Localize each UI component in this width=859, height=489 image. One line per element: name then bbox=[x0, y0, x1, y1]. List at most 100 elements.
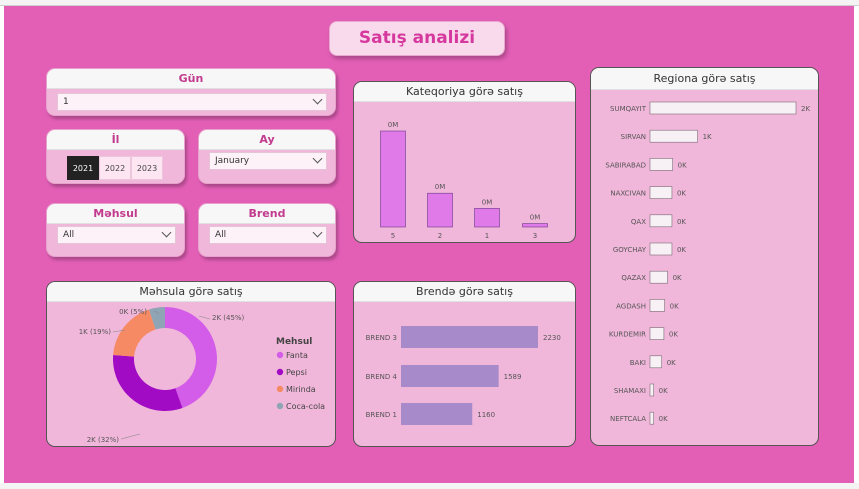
region-chart-title: Regiona görə satış bbox=[591, 68, 818, 90]
slicer-gun: Gün 1 bbox=[46, 68, 336, 116]
year-button-2023[interactable]: 2023 bbox=[131, 156, 163, 180]
region-category-label: NAXCIVAN bbox=[610, 190, 646, 198]
mehsul-data-label: 2K (45%) bbox=[212, 314, 245, 322]
region-category-label: AGDASH bbox=[616, 302, 646, 310]
region-bar bbox=[649, 242, 673, 256]
kateqoriya-chart-svg: 0M 5 0M 2 0M 1 0M 3 bbox=[380, 121, 548, 240]
mehsul-data-label: 0K (5%) bbox=[119, 308, 147, 316]
region-bar bbox=[649, 158, 673, 171]
mehsul-dropdown[interactable]: All bbox=[57, 226, 176, 244]
brend-category-label: BREND 1 bbox=[366, 411, 397, 419]
mehsul-leader-line bbox=[120, 433, 141, 440]
mehsul-chart-plot: 2K (45%) 2K (32%) 1K (19%) 0K (5%) Mehsul Fan… bbox=[47, 302, 335, 446]
slicer-brend: Brend All bbox=[198, 203, 336, 257]
region-bar bbox=[649, 270, 668, 284]
kateqoriya-category-label: 3 bbox=[533, 232, 537, 240]
region-data-label: 0K bbox=[678, 161, 687, 169]
region-chart-svg: SUMQAYIT 2K SIRVAN 1K SABIRABAD 0K NAXCIVAN 0K Q… bbox=[605, 101, 810, 425]
brend-dropdown-value: All bbox=[215, 230, 227, 240]
mehsul-legend-title: Mehsul bbox=[276, 337, 312, 347]
region-bar bbox=[649, 299, 665, 312]
year-button-2021[interactable]: 2021 bbox=[67, 156, 99, 180]
region-bar bbox=[649, 411, 654, 425]
kateqoriya-bar bbox=[522, 223, 548, 228]
region-data-label: 0K bbox=[677, 246, 686, 254]
brend-chart-title: Brendə görə satış bbox=[354, 282, 575, 302]
region-bar bbox=[649, 383, 654, 397]
region-data-label: 0K bbox=[677, 218, 686, 226]
kateqoriya-data-label: 0M bbox=[388, 121, 399, 129]
chevron-down-icon bbox=[312, 227, 323, 238]
slicer-il: İl 2021 2022 2023 bbox=[46, 129, 185, 184]
region-bar bbox=[649, 186, 673, 199]
region-category-label: QAZAX bbox=[621, 274, 646, 282]
mehsul-chart-card: Məhsula görə satış 2K (45%) 2K (32%) 1K (1… bbox=[46, 281, 336, 447]
region-category-label: BAKI bbox=[630, 359, 646, 367]
slicer-gun-label: Gün bbox=[47, 69, 335, 89]
mehsul-chart-svg: 2K (45%) 2K (32%) 1K (19%) 0K (5%) Mehsul Fan… bbox=[79, 307, 325, 444]
mehsul-data-label: 2K (32%) bbox=[87, 436, 120, 444]
kateqoriya-category-label: 5 bbox=[391, 232, 395, 240]
region-data-label: 1K bbox=[703, 133, 712, 141]
region-category-label: SIRVAN bbox=[621, 133, 646, 141]
kateqoriya-data-label: 0M bbox=[530, 214, 541, 222]
mehsul-legend-item: Fanta bbox=[286, 351, 308, 360]
year-button-2022[interactable]: 2022 bbox=[99, 156, 131, 180]
brend-data-label: 2230 bbox=[543, 334, 561, 342]
region-category-label: NEFTCALA bbox=[610, 415, 646, 423]
region-bar bbox=[649, 214, 673, 228]
chevron-down-icon bbox=[312, 94, 323, 105]
slicer-mehsul: Məhsul All bbox=[46, 203, 185, 257]
mehsul-legend-marker bbox=[276, 385, 284, 393]
slicer-il-label: İl bbox=[47, 130, 184, 150]
region-category-label: GOYCHAY bbox=[613, 246, 647, 254]
page-title: Satış analizi bbox=[329, 21, 505, 56]
bottom-strip bbox=[0, 483, 859, 489]
mehsul-slice bbox=[113, 354, 183, 411]
brend-bar bbox=[401, 326, 538, 348]
region-data-label: 0K bbox=[659, 415, 668, 423]
kateqoriya-bar bbox=[474, 208, 500, 228]
region-category-label: SABIRABAD bbox=[605, 161, 646, 169]
ay-dropdown[interactable]: January bbox=[209, 152, 327, 170]
brend-dropdown[interactable]: All bbox=[209, 226, 327, 244]
brend-data-label: 1160 bbox=[477, 411, 495, 419]
brend-bar bbox=[401, 365, 499, 387]
mehsul-chart-title: Məhsula görə satış bbox=[47, 282, 335, 302]
mehsul-legend-item: Pepsi bbox=[286, 368, 307, 377]
kateqoriya-category-label: 1 bbox=[485, 232, 489, 240]
brend-category-label: BREND 4 bbox=[366, 373, 398, 381]
region-data-label: 0K bbox=[659, 387, 668, 395]
kateqoriya-chart-card: Kateqoriya görə satış 0M 5 0M 2 0M 1 0M 3 bbox=[353, 81, 576, 243]
region-data-label: 0K bbox=[673, 274, 682, 282]
mehsul-slice bbox=[113, 309, 156, 357]
gun-dropdown[interactable]: 1 bbox=[57, 93, 327, 111]
gun-dropdown-value: 1 bbox=[63, 97, 69, 107]
mehsul-leader-line bbox=[198, 315, 211, 320]
brend-chart-card: Brendə görə satış BREND 3 2230 BREND 4 1589… bbox=[353, 281, 576, 447]
slicer-ay: Ay January bbox=[198, 129, 336, 184]
mehsul-dropdown-value: All bbox=[63, 230, 75, 240]
region-data-label: 2K bbox=[801, 105, 810, 113]
kateqoriya-bar bbox=[427, 192, 453, 228]
kateqoriya-category-label: 2 bbox=[438, 232, 442, 240]
mehsul-legend-marker bbox=[276, 351, 284, 359]
kateqoriya-data-label: 0M bbox=[482, 198, 493, 206]
kateqoriya-bar bbox=[380, 130, 406, 228]
brend-chart-svg: BREND 3 2230 BREND 4 1589 BREND 1 1160 bbox=[366, 326, 561, 425]
region-bar bbox=[649, 129, 698, 143]
region-bar bbox=[649, 101, 797, 115]
region-category-label: KURDEMIR bbox=[609, 331, 646, 339]
slicer-ay-label: Ay bbox=[199, 130, 335, 150]
mehsul-legend-item: Mirinda bbox=[286, 385, 316, 394]
chevron-down-icon bbox=[161, 227, 172, 238]
region-category-label: SHAMAXI bbox=[614, 387, 646, 395]
dashboard-canvas: Satış analizi Gün 1 İl 2021 2022 2023 Ay… bbox=[4, 6, 854, 483]
region-chart-card: Regiona görə satış SUMQAYIT 2K SIRVAN 1K SAB… bbox=[590, 67, 819, 446]
kateqoriya-chart-title: Kateqoriya görə satış bbox=[354, 82, 575, 102]
region-category-label: SUMQAYIT bbox=[610, 105, 647, 113]
brend-chart-plot: BREND 3 2230 BREND 4 1589 BREND 1 1160 bbox=[354, 302, 575, 446]
kateqoriya-chart-plot: 0M 5 0M 2 0M 1 0M 3 bbox=[354, 102, 575, 242]
year-buttons: 2021 2022 2023 bbox=[67, 156, 163, 180]
region-data-label: 0K bbox=[669, 331, 678, 339]
